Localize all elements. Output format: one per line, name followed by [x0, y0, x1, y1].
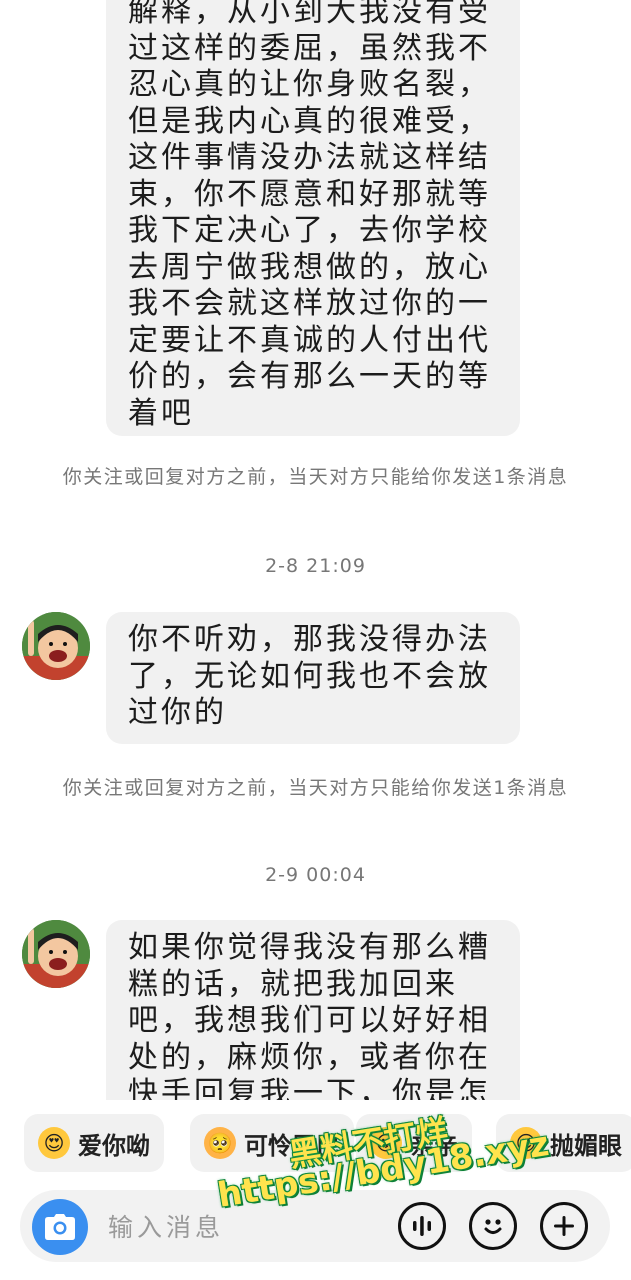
kiss-emoji-icon: 😘	[370, 1127, 402, 1159]
quick-reply-chip[interactable]: 😍 爱你呦	[24, 1114, 164, 1172]
voice-button[interactable]	[398, 1202, 446, 1250]
quick-reply-label: 亲亲	[410, 1131, 458, 1160]
system-notice: 你关注或回复对方之前，当天对方只能给你发送1条消息	[62, 466, 569, 488]
timestamp: 2-8 21:09	[265, 555, 366, 577]
quick-reply-label: 抛媚眼	[550, 1131, 622, 1160]
avatar[interactable]	[22, 920, 90, 988]
camera-icon	[45, 1214, 75, 1240]
camera-button[interactable]	[32, 1199, 88, 1255]
quick-reply-chip[interactable]: 🥺 可怜巴巴	[190, 1114, 354, 1172]
timestamp: 2-9 00:04	[265, 864, 366, 886]
chat-area[interactable]: 解释，从小到大我没有受过这样的委屈，虽然我不忍心真的让你身败名裂，但是我内心真的…	[0, 0, 631, 1100]
quick-reply-label: 爱你呦	[78, 1131, 150, 1160]
message-bubble[interactable]: 如果你觉得我没有那么糟糕的话，就把我加回来吧，我想我们可以好好相处的，麻烦你，或…	[106, 920, 520, 1100]
quick-reply-label: 可怜巴巴	[244, 1131, 340, 1160]
avatar-cartoon-icon	[22, 612, 90, 680]
quick-reply-bar: 😍 爱你呦 🥺 可怜巴巴 😘 亲亲 😉 抛媚眼	[0, 1110, 631, 1176]
system-notice: 你关注或回复对方之前，当天对方只能给你发送1条消息	[62, 777, 569, 799]
plus-icon	[554, 1216, 574, 1236]
avatar[interactable]	[22, 612, 90, 680]
voice-wave-icon	[413, 1216, 431, 1236]
quick-reply-chip[interactable]: 😉 抛媚眼	[496, 1114, 631, 1172]
avatar-cartoon-icon	[22, 920, 90, 988]
message-bubble[interactable]: 你不听劝，那我没得办法了，无论如何我也不会放过你的	[106, 612, 520, 744]
message-input-bar: 输入消息	[20, 1190, 610, 1262]
emoji-button[interactable]	[469, 1202, 517, 1250]
message-input[interactable]: 输入消息	[108, 1208, 224, 1244]
message-bubble[interactable]: 解释，从小到大我没有受过这样的委屈，虽然我不忍心真的让你身败名裂，但是我内心真的…	[106, 0, 520, 436]
wink-emoji-icon: 😉	[510, 1127, 542, 1159]
more-button[interactable]	[540, 1202, 588, 1250]
heart-eyes-emoji-icon: 😍	[38, 1127, 70, 1159]
quick-reply-chip[interactable]: 😘 亲亲	[356, 1114, 472, 1172]
smile-icon	[484, 1219, 502, 1234]
pleading-cat-emoji-icon: 🥺	[204, 1127, 236, 1159]
